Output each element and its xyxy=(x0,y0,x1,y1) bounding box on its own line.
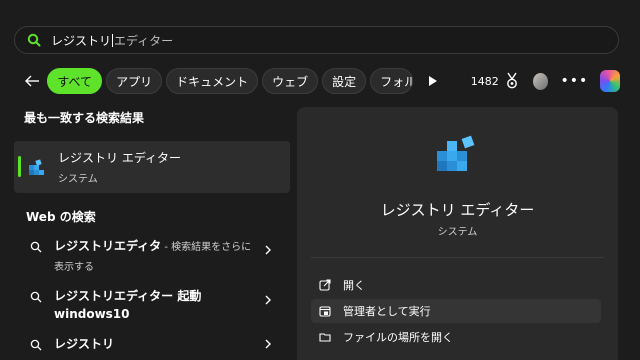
search-icon xyxy=(30,291,42,303)
app-type: システム xyxy=(437,227,478,238)
web-search-heading: Web の検索 xyxy=(26,210,96,224)
web-result-query: レジストリエディタ xyxy=(54,239,162,253)
web-result-text: レジストリ xyxy=(54,335,254,353)
app-title: レジストリ エディター xyxy=(380,201,535,219)
chevron-right-icon xyxy=(265,339,271,349)
search-icon xyxy=(30,339,42,351)
windows-search-panel: レジストリ エディター すべて アプリ ドキュメント ウェブ 設定 フォル 148… xyxy=(0,0,640,360)
chevron-right-icon xyxy=(265,295,271,305)
text-caret xyxy=(112,33,114,47)
chevron-right-icon xyxy=(265,245,271,255)
folder-icon xyxy=(319,333,331,342)
best-match-item[interactable]: レジストリ エディター システム xyxy=(14,141,290,193)
results-list: 最も一致する検索結果 レジストリ エディター システム Web の検索 レジスト… xyxy=(14,108,294,357)
run-as-admin-label: 管理者として実行 xyxy=(343,305,431,318)
open-file-location-action[interactable]: ファイルの場所を開く xyxy=(311,325,601,349)
back-arrow-icon[interactable] xyxy=(20,68,43,94)
copilot-icon[interactable] xyxy=(600,70,621,92)
open-external-icon xyxy=(319,279,331,291)
best-match-type: システム xyxy=(58,174,98,185)
open-file-location-label: ファイルの場所を開く xyxy=(343,331,453,344)
open-action-label: 開く xyxy=(343,279,365,292)
web-result-text: レジストリエディター 起動 windows10 xyxy=(54,287,254,323)
web-result-query: レジストリエディター 起動 xyxy=(54,289,202,303)
search-autocomplete-text: エディター xyxy=(114,33,174,48)
rewards-medal-icon[interactable] xyxy=(505,72,519,90)
divider xyxy=(311,257,604,258)
rewards-points: 1482 xyxy=(470,74,499,88)
web-result-item[interactable]: レジストリエディタ - 検索結果をさらに表示する xyxy=(14,237,290,275)
selection-indicator xyxy=(18,156,21,177)
scroll-right-icon[interactable] xyxy=(425,68,441,94)
app-details-panel: レジストリ エディター システム 開く 管理者として実行 ファイルの場所を開く xyxy=(297,107,618,360)
filter-bar: すべて アプリ ドキュメント ウェブ 設定 フォル 1482 ••• xyxy=(20,68,621,94)
run-as-admin-action[interactable]: 管理者として実行 xyxy=(311,299,601,323)
web-result-item[interactable]: レジストリ xyxy=(14,335,290,357)
more-options-icon[interactable]: ••• xyxy=(560,73,588,89)
search-query[interactable]: レジストリ エディター xyxy=(51,32,173,49)
web-result-query: レジストリ xyxy=(54,337,115,351)
filter-chip-all[interactable]: すべて xyxy=(47,68,103,94)
web-result-item[interactable]: レジストリエディター 起動 windows10 xyxy=(14,287,290,325)
web-result-text: レジストリエディタ - 検索結果をさらに表示する xyxy=(54,237,254,277)
search-typed-text: レジストリ xyxy=(51,33,112,48)
filter-chip-settings[interactable]: 設定 xyxy=(322,68,367,94)
filter-chip-web[interactable]: ウェブ xyxy=(262,68,319,94)
registry-editor-icon xyxy=(29,159,44,175)
filter-chip-folders[interactable]: フォル xyxy=(370,68,413,94)
best-match-heading: 最も一致する検索結果 xyxy=(24,111,145,125)
admin-shield-icon xyxy=(319,306,331,317)
search-icon xyxy=(27,33,41,47)
best-match-text: レジストリ エディター システム xyxy=(58,149,181,185)
search-icon xyxy=(30,241,42,253)
open-action[interactable]: 開く xyxy=(311,273,601,297)
filter-chip-documents[interactable]: ドキュメント xyxy=(166,68,259,94)
user-avatar[interactable] xyxy=(533,72,549,90)
search-box[interactable]: レジストリ エディター xyxy=(14,26,619,54)
filter-chip-apps[interactable]: アプリ xyxy=(106,68,163,94)
web-result-query-line2: windows10 xyxy=(54,307,130,321)
registry-editor-icon xyxy=(437,135,475,171)
best-match-name: レジストリ エディター xyxy=(58,151,181,165)
